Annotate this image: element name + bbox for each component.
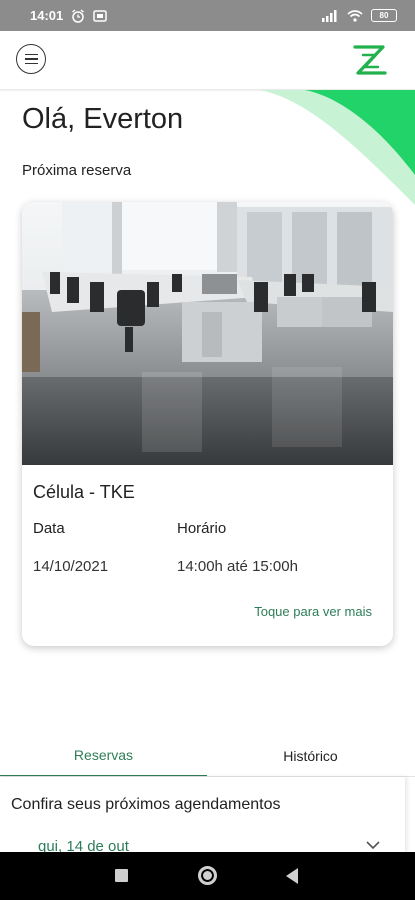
next-reservation-label: Próxima reserva	[22, 162, 132, 179]
office-photo	[22, 202, 393, 465]
date-value: 14/10/2021	[33, 558, 109, 575]
notification-icon	[93, 9, 107, 22]
brand-logo-icon	[353, 45, 387, 75]
time-label: Horário	[177, 520, 227, 537]
recent-apps-icon[interactable]	[115, 869, 128, 882]
day-group-row[interactable]: qui, 14 de out	[0, 832, 405, 854]
chevron-down-icon	[366, 841, 380, 850]
battery-icon: 80	[371, 9, 397, 22]
status-bar: 14:01 80	[0, 0, 415, 31]
decorative-wave	[260, 90, 415, 205]
app-header	[0, 31, 415, 91]
time-value: 14:00h até 15:00h	[177, 558, 298, 575]
hamburger-circle-icon[interactable]	[16, 44, 46, 74]
back-icon[interactable]	[286, 868, 298, 884]
greeting-title: Olá, Everton	[22, 103, 184, 135]
status-time: 14:01	[30, 8, 64, 23]
date-label: Data	[33, 520, 65, 537]
wifi-icon	[347, 9, 363, 22]
tab-reservas[interactable]: Reservas	[0, 735, 207, 777]
alarm-icon	[72, 8, 85, 23]
see-more-link[interactable]: Toque para ver mais	[254, 604, 372, 619]
tab-historico[interactable]: Histórico	[207, 735, 414, 777]
home-icon[interactable]	[198, 866, 217, 885]
system-navigation-bar	[0, 852, 415, 900]
signal-icon	[322, 9, 337, 22]
next-reservation-card[interactable]: Célula - TKE Data 14/10/2021 Horário 14:…	[22, 202, 393, 646]
tab-bar: Reservas Histórico	[0, 735, 415, 777]
schedule-heading: Confira seus próximos agendamentos	[11, 796, 281, 813]
reservation-title: Célula - TKE	[33, 482, 135, 502]
